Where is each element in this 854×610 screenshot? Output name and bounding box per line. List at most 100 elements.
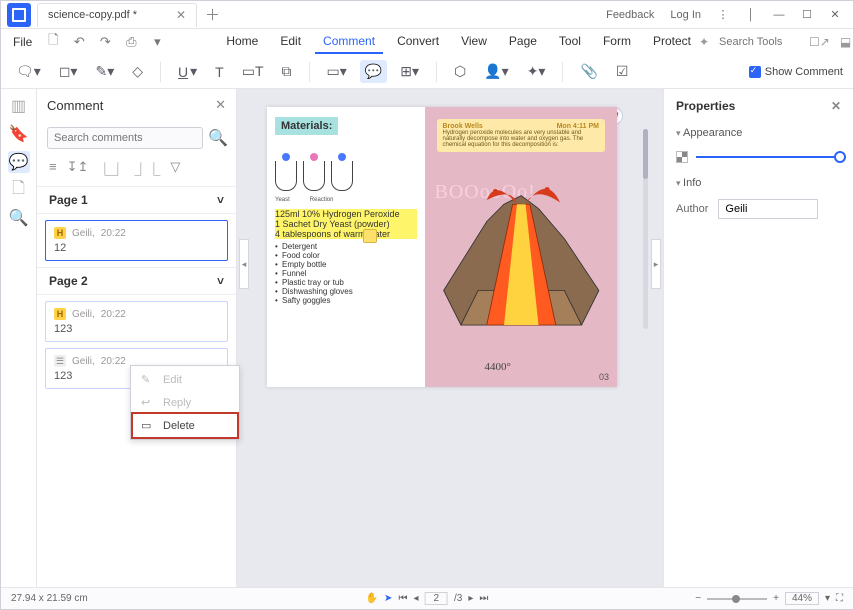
note-marker-icon[interactable] [363, 229, 377, 243]
shape-tool-icon[interactable]: ▭▾ [322, 60, 352, 83]
note-body: Hydrogen peroxide molecules are very uns… [443, 130, 600, 148]
tab-form[interactable]: Form [595, 30, 639, 54]
search-panel-icon[interactable]: 🔍 [8, 207, 30, 229]
zoom-dropdown-icon[interactable]: ▾ [825, 593, 830, 604]
stamp-tool-icon[interactable]: ◻▾ [54, 60, 83, 83]
hand-tool-icon[interactable]: ✋ [366, 593, 378, 604]
tab-convert[interactable]: Convert [389, 30, 447, 54]
comment-item[interactable]: H Geili, 20:22 12 [45, 220, 228, 261]
sticky-note[interactable]: Brook Wells Mon 4:11 PM Hydrogen peroxid… [437, 119, 606, 152]
tab-protect[interactable]: Protect [645, 30, 699, 54]
zoom-out-icon[interactable]: − [695, 593, 701, 604]
tab-home[interactable]: Home [218, 30, 266, 54]
page-1-header[interactable]: Page 1 ˅ [37, 186, 236, 214]
search-icon[interactable]: 🔍 [209, 127, 227, 149]
more-icon[interactable]: ⋮ [711, 8, 735, 21]
select-tool-icon[interactable]: ➤ [384, 593, 392, 604]
list-item: Plastic tray or tub [275, 278, 417, 287]
opacity-icon [676, 151, 688, 163]
thumbnails-icon[interactable]: ▥ [8, 95, 30, 117]
highlighted-line[interactable]: 4 tablespoons of warm water [275, 229, 417, 239]
maximize-button[interactable]: ☐ [795, 8, 819, 21]
context-menu: ✎Edit ↩Reply ▭Delete [130, 365, 240, 440]
zoom-in-icon[interactable]: + [773, 593, 779, 604]
first-page-icon[interactable]: ⏮ [398, 593, 407, 604]
next-page-icon[interactable]: ▸ [468, 593, 473, 604]
note-tool-icon[interactable]: 🗨▾ [11, 60, 46, 83]
sort-az-icon[interactable]: ↧↥ [67, 159, 89, 178]
document-tab[interactable]: science-copy.pdf * ✕ [37, 3, 197, 27]
page-number: 03 [599, 372, 609, 382]
share-icon[interactable]: ☐↗ [809, 35, 830, 49]
collapse-right-icon[interactable]: ▸ [651, 239, 661, 289]
search-tools-input[interactable] [719, 36, 799, 48]
add-tab-button[interactable]: ＋ [205, 4, 220, 25]
author-field[interactable] [718, 199, 818, 219]
page-2-header[interactable]: Page 2 ˅ [37, 267, 236, 295]
comment-item[interactable]: H Geili, 20:22 123 [45, 301, 228, 342]
user-stamp-icon[interactable]: 👤▾ [479, 60, 513, 83]
comment-tool-icon[interactable]: 💬 [360, 60, 387, 83]
cloud-icon[interactable]: ⬓ [840, 35, 851, 49]
measure-tool-icon[interactable]: ⊞▾ [395, 60, 424, 83]
qat-dropdown-icon[interactable]: ▾ [146, 32, 168, 52]
feedback-link[interactable]: Feedback [600, 9, 660, 21]
highlighted-line[interactable]: 125ml 10% Hydrogen Peroxide [275, 209, 417, 219]
textbox-tool-icon[interactable]: ▭T [237, 60, 269, 83]
close-properties-icon[interactable]: ✕ [831, 99, 841, 113]
stamp2-tool-icon[interactable]: ⬡ [449, 60, 471, 83]
appearance-section-header[interactable]: Appearance [676, 127, 841, 139]
app-logo-icon [7, 3, 31, 27]
undo-icon[interactable]: ↶ [68, 32, 90, 52]
last-page-icon[interactable]: ⏭ [479, 593, 488, 604]
opacity-slider[interactable] [696, 156, 841, 158]
print-icon[interactable]: ⎙ [120, 32, 142, 52]
file-menu[interactable]: File [7, 35, 38, 49]
minimize-button[interactable]: — [767, 9, 791, 21]
zoom-slider[interactable] [707, 598, 767, 600]
redo-icon[interactable]: ↷ [94, 32, 116, 52]
close-window-button[interactable]: ✕ [823, 8, 847, 21]
comments-panel-icon[interactable]: 💬 [8, 151, 30, 173]
prev-page-icon[interactable]: ◂ [413, 593, 418, 604]
callout-tool-icon[interactable]: ⧉ [277, 60, 297, 83]
eraser-tool-icon[interactable]: ◇ [127, 60, 148, 83]
close-tab-icon[interactable]: ✕ [176, 8, 186, 22]
checkbox-tool-icon[interactable]: ☑ [611, 60, 634, 83]
tab-edit[interactable]: Edit [272, 30, 309, 54]
collapse-left-icon[interactable]: ◂ [239, 239, 249, 289]
tab-tool[interactable]: Tool [551, 30, 589, 54]
chevron-down-icon: ˅ [217, 193, 224, 207]
highlighted-line[interactable]: 1 Sachet Dry Yeast (powder) [275, 219, 417, 229]
highlight-tool-icon[interactable]: ✎▾ [90, 60, 119, 83]
ctx-delete[interactable]: ▭Delete [133, 414, 237, 437]
opacity-control[interactable] [676, 151, 841, 163]
save-icon[interactable]: 🗋 [42, 32, 64, 52]
text-tool-icon[interactable]: T [210, 61, 229, 83]
tab-view[interactable]: View [453, 30, 495, 54]
show-comment-toggle[interactable]: Show Comment [749, 66, 843, 78]
login-link[interactable]: Log In [664, 9, 707, 21]
collapse-icon[interactable]: ⏌⎿ [134, 159, 160, 178]
search-comments-input[interactable] [47, 127, 203, 149]
attach-tool-icon[interactable]: 📎 [575, 60, 602, 83]
bookmarks-icon[interactable]: 🔖 [8, 123, 30, 145]
tab-page[interactable]: Page [501, 30, 545, 54]
properties-title: Properties [676, 99, 735, 113]
comment-body: 123 [54, 323, 219, 335]
fit-page-icon[interactable]: ⛶ [836, 593, 843, 604]
document-canvas[interactable]: W Materials: YeastReaction 125ml 10% Hyd… [237, 89, 663, 587]
expand-icon[interactable]: ⎿⏌ [98, 159, 124, 178]
underline-tool-icon[interactable]: U▾ [173, 60, 202, 83]
signature-tool-icon[interactable]: ✦▾ [522, 60, 551, 83]
close-panel-icon[interactable]: ✕ [215, 97, 226, 113]
tab-comment[interactable]: Comment [315, 30, 383, 54]
zoom-value[interactable]: 44% [785, 592, 819, 605]
info-section-header[interactable]: Info [676, 177, 841, 189]
vertical-scrollbar[interactable] [643, 129, 648, 329]
page-input[interactable]: 2 [424, 592, 448, 605]
attachments-icon[interactable]: 🗋 [8, 179, 30, 201]
sort-icon[interactable]: ≡ [49, 159, 57, 178]
filter-icon[interactable]: ▽ [170, 159, 180, 178]
wand-icon[interactable]: ✦ [699, 35, 709, 49]
